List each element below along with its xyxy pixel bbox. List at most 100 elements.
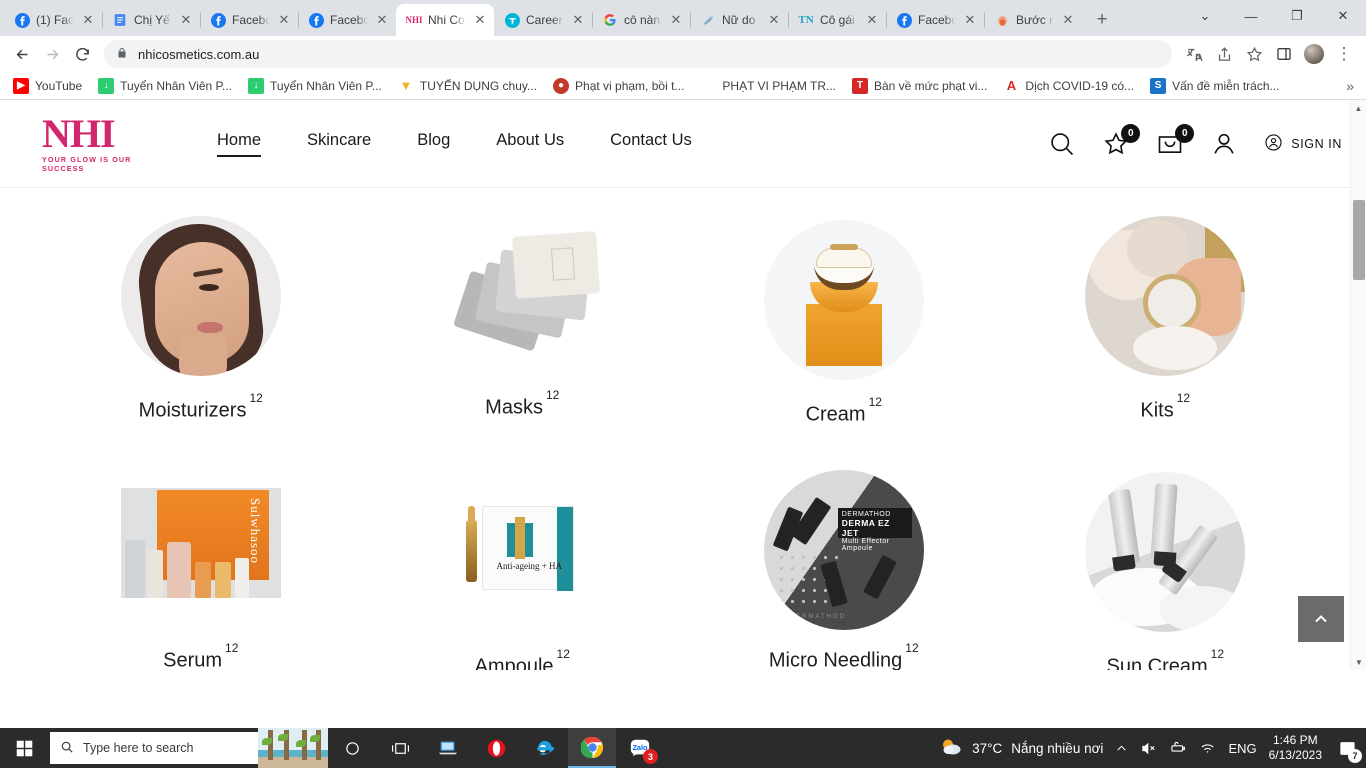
tab-close-icon[interactable]: ✕ (472, 12, 488, 28)
browser-tab[interactable]: Facebo ✕ (298, 4, 396, 36)
tab-title: Facebo (232, 13, 270, 27)
tab-close-icon[interactable]: ✕ (80, 12, 96, 28)
scroll-down-arrow-icon[interactable]: ▼ (1351, 654, 1366, 670)
new-tab-button[interactable]: + (1088, 6, 1116, 34)
bookmarks-overflow-button[interactable]: » (1340, 78, 1360, 94)
taskbar-clock[interactable]: 1:46 PM 6/13/2023 (1269, 733, 1322, 763)
category-name: Kits (1140, 399, 1174, 422)
sign-in-button[interactable]: SIGN IN (1264, 133, 1342, 155)
reload-button[interactable] (68, 40, 96, 68)
category-card-micro-needling[interactable]: DERMATHOD DERMA EZ JET Multi Effector Am… (683, 460, 1005, 670)
tab-close-icon[interactable]: ✕ (374, 12, 390, 28)
bookmark-item[interactable]: ↓ Tuyển Nhân Viên P... (241, 75, 389, 97)
google-chrome-icon[interactable] (568, 728, 616, 768)
browser-tab[interactable]: TN Cô gái ✕ (788, 4, 887, 36)
cortana-icon[interactable] (328, 728, 376, 768)
tab-title: Nhi Co (428, 13, 465, 27)
ampoule-product-text: Anti-ageing + HA (496, 561, 563, 571)
bookmark-item[interactable]: ▶ YouTube (6, 75, 89, 97)
wifi-icon[interactable] (1199, 740, 1216, 757)
language-indicator[interactable]: ENG (1228, 741, 1256, 756)
volume-muted-icon[interactable] (1140, 740, 1157, 757)
browser-tab[interactable]: (1) Fac ✕ (4, 4, 103, 36)
browser-tab[interactable]: Career ✕ (494, 4, 593, 36)
tab-close-icon[interactable]: ✕ (668, 12, 684, 28)
bookmark-item[interactable]: ▼ TUYỂN DỤNG chuy... (391, 75, 544, 97)
site-logo[interactable]: NHI YOUR GLOW IS OUR SUCCESS (42, 113, 162, 173)
bookmark-star-icon[interactable] (1240, 40, 1268, 68)
user-icon[interactable] (1210, 130, 1238, 158)
profile-avatar[interactable] (1300, 40, 1328, 68)
tab-close-icon[interactable]: ✕ (570, 12, 586, 28)
browser-tab[interactable]: Facebo ✕ (200, 4, 299, 36)
cart-icon[interactable]: 0 (1156, 123, 1195, 158)
category-count: 12 (556, 647, 570, 662)
show-hidden-icons-button[interactable] (1115, 742, 1128, 755)
nav-item-contact-us[interactable]: Contact Us (610, 131, 692, 157)
battery-icon[interactable] (1169, 739, 1187, 757)
tab-close-icon[interactable]: ✕ (962, 12, 978, 28)
address-bar[interactable]: nhicosmetics.com.au (104, 40, 1172, 68)
nav-item-about-us[interactable]: About Us (496, 131, 564, 157)
weather-widget[interactable]: 37°C Nắng nhiều nơi (939, 735, 1103, 762)
browser-tab[interactable]: Facebo ✕ (886, 4, 985, 36)
category-name: Ampoule (474, 655, 554, 670)
scrollbar-thumb[interactable] (1353, 200, 1365, 280)
translate-icon[interactable] (1180, 40, 1208, 68)
tab-close-icon[interactable]: ✕ (766, 12, 782, 28)
action-center-icon[interactable]: 7 (1334, 733, 1362, 763)
taskbar-news-image[interactable] (258, 728, 328, 768)
taskbar-search-input[interactable]: Type here to search (50, 732, 258, 764)
back-to-top-button[interactable] (1298, 596, 1344, 642)
category-label: Ampoule12 (474, 647, 570, 670)
maximize-button[interactable]: ❐ (1274, 0, 1320, 32)
category-card-moisturizers[interactable]: Moisturizers12 (40, 206, 362, 458)
bookmark-item[interactable]: ● Phạt vi phạm, bồi t... (546, 75, 691, 97)
opera-icon[interactable] (472, 728, 520, 768)
category-card-serum[interactable]: Sulwhasoo Serum12 (40, 460, 362, 670)
this-pc-icon[interactable] (424, 728, 472, 768)
nav-item-blog[interactable]: Blog (417, 131, 450, 157)
mn-watermark-text: DERMATHOD (789, 614, 846, 620)
bookmark-label: Bàn về mức phạt vi... (873, 78, 988, 93)
browser-tab[interactable]: cô nàn ✕ (592, 4, 691, 36)
forward-button[interactable] (38, 40, 66, 68)
tab-close-icon[interactable]: ✕ (1060, 12, 1076, 28)
bookmark-item[interactable]: T Bàn về mức phạt vi... (845, 75, 994, 97)
browser-tab-active[interactable]: NHI Nhi Co ✕ (396, 4, 494, 36)
zalo-icon[interactable]: Zalo 3 (616, 728, 664, 768)
back-button[interactable] (8, 40, 36, 68)
task-view-icon[interactable] (376, 728, 424, 768)
bookmark-item[interactable]: PHẠT VI PHẠM TR... (693, 75, 843, 97)
bookmark-item[interactable]: S Vấn đề miễn trách... (1143, 75, 1286, 97)
tab-close-icon[interactable]: ✕ (864, 12, 880, 28)
internet-explorer-icon[interactable] (520, 728, 568, 768)
nav-item-home[interactable]: Home (217, 131, 262, 157)
browser-tab[interactable]: Bước n ✕ (984, 4, 1082, 36)
browser-tab[interactable]: Nữ do ✕ (690, 4, 789, 36)
page-scrollbar[interactable]: ▲ ▼ (1350, 100, 1366, 670)
chrome-menu-button[interactable]: ⋮ (1330, 40, 1358, 68)
side-panel-icon[interactable] (1270, 40, 1298, 68)
tab-close-icon[interactable]: ✕ (276, 12, 292, 28)
minimize-button[interactable]: — (1228, 0, 1274, 32)
close-window-button[interactable]: ✕ (1320, 0, 1366, 32)
category-card-masks[interactable]: Masks12 (362, 206, 684, 458)
tab-close-icon[interactable]: ✕ (178, 12, 194, 28)
tab-search-button[interactable]: ⌄ (1182, 0, 1228, 32)
nav-item-skincare[interactable]: Skincare (307, 131, 371, 157)
browser-tab[interactable]: Chị Yế ✕ (102, 4, 201, 36)
scroll-up-arrow-icon[interactable]: ▲ (1351, 100, 1366, 116)
category-card-ampoule[interactable]: Anti-ageing + HA Ampoule12 (362, 460, 684, 670)
category-count: 12 (225, 641, 239, 656)
category-card-sun-cream[interactable]: Sun Cream12 (1005, 460, 1327, 670)
category-card-kits[interactable]: Kits12 (1005, 206, 1327, 458)
bookmark-item[interactable]: A Dịch COVID-19 có... (996, 75, 1141, 97)
share-icon[interactable] (1210, 40, 1238, 68)
search-icon[interactable] (1048, 130, 1076, 158)
bookmark-item[interactable]: ↓ Tuyển Nhân Viên P... (91, 75, 239, 97)
windows-start-icon[interactable] (0, 728, 48, 768)
category-card-cream[interactable]: Cream12 (683, 206, 1005, 458)
wishlist-icon[interactable]: 0 (1102, 123, 1141, 158)
sunscreen-tubes-clouds-photo (1085, 472, 1246, 632)
